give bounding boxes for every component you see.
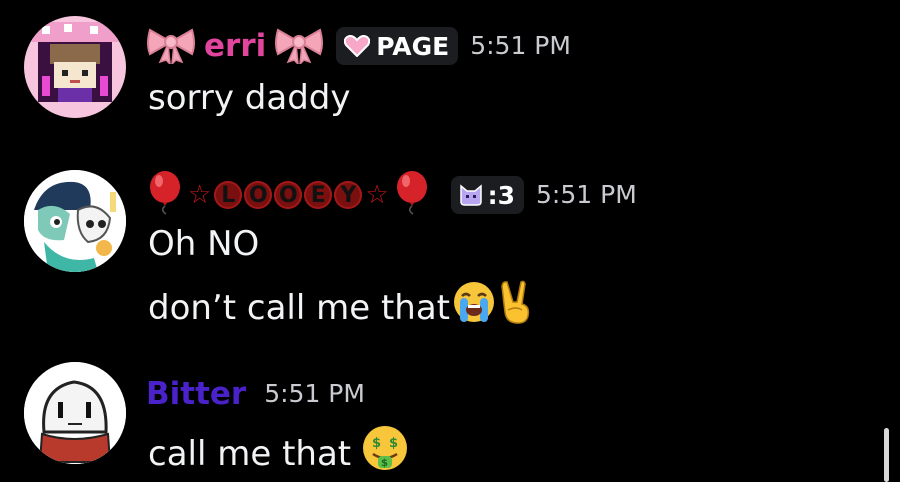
username-letter: O	[244, 181, 273, 209]
username[interactable]: Bitter	[146, 374, 246, 414]
message-text: don’t call me that	[148, 280, 534, 335]
message-text: sorry daddy	[148, 76, 351, 120]
message-line: sorry daddy	[148, 78, 351, 118]
avatar-looey-image	[24, 170, 126, 272]
username-letter: E	[304, 181, 333, 209]
avatar-bitter-image	[24, 362, 126, 464]
balloon-icon	[146, 170, 184, 220]
star-icon: ☆	[365, 180, 389, 210]
username-letter: L	[214, 181, 243, 209]
avatar[interactable]	[24, 170, 126, 272]
balloon-icon	[393, 170, 431, 220]
chat-view: erri PAGE 5:51 PM sorry daddy ☆ L O O E …	[0, 0, 900, 482]
avatar[interactable]	[24, 362, 126, 464]
money-mouth-face-icon: $ $ $	[361, 424, 409, 482]
timestamp: 5:51 PM	[264, 379, 365, 408]
message-text: call me that $ $ $	[148, 424, 409, 482]
avatar[interactable]	[24, 16, 126, 118]
username[interactable]: erri	[204, 26, 266, 66]
avatar-erri-image	[24, 16, 126, 118]
message-header: Bitter 5:51 PM	[146, 374, 365, 414]
username[interactable]: ☆ L O O E Y ☆	[186, 180, 391, 210]
message-line: call me that	[148, 433, 352, 474]
svg-text:$: $	[389, 436, 398, 451]
timestamp: 5:51 PM	[536, 180, 637, 209]
message-header: ☆ L O O E Y ☆:3 5:51 PM	[146, 170, 637, 220]
svg-text:$: $	[372, 436, 381, 451]
cat-icon	[459, 184, 483, 206]
message-header: erri PAGE 5:51 PM	[146, 24, 571, 68]
message-line: Oh NO	[148, 224, 260, 264]
username-letter: Y	[334, 181, 363, 209]
tag-label: :3	[487, 180, 516, 210]
username-letter: O	[274, 181, 303, 209]
timestamp: 5:51 PM	[470, 31, 571, 60]
ribbon-icon	[274, 24, 324, 68]
tag-label: PAGE	[376, 31, 450, 61]
star-icon: ☆	[188, 180, 212, 210]
svg-text:$: $	[381, 458, 388, 469]
victory-hand-icon	[498, 280, 534, 335]
heart-icon	[344, 35, 371, 57]
message-text: Oh NO	[148, 222, 259, 266]
message-line: don’t call me that	[148, 287, 450, 328]
server-tag[interactable]: :3	[450, 176, 525, 214]
server-tag[interactable]: PAGE	[336, 27, 459, 65]
ribbon-icon	[146, 24, 196, 68]
scrollbar[interactable]	[884, 428, 889, 482]
loudly-crying-face-icon	[452, 280, 496, 335]
